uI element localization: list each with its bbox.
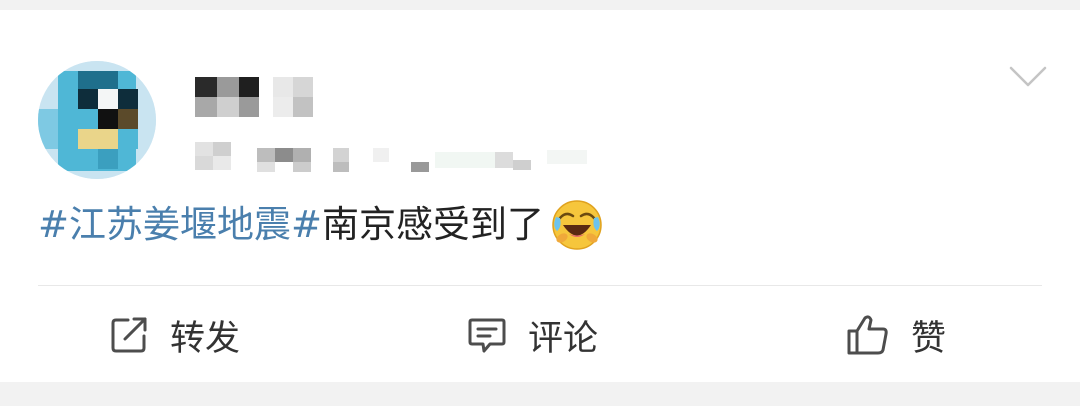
hashtag-link[interactable]: #江苏姜堰地震#	[38, 200, 322, 250]
like-button[interactable]: 赞	[845, 305, 946, 365]
comment-label: 评论	[528, 318, 599, 359]
weibo-post-card: #江苏姜堰地震# 南京感受到了 转发 评论 赞	[0, 10, 1080, 382]
post-body-text: 南京感受到了	[322, 203, 545, 246]
username-redacted[interactable]	[195, 77, 325, 117]
chevron-down-icon[interactable]	[1008, 64, 1048, 90]
action-divider	[38, 285, 1042, 286]
share-box-icon	[111, 317, 147, 353]
comment-button[interactable]: 评论	[466, 305, 598, 365]
like-label: 赞	[911, 318, 947, 359]
post-meta-redacted	[195, 138, 615, 174]
repost-button[interactable]: 转发	[108, 305, 240, 365]
comment-bubble-icon	[468, 318, 506, 353]
thumbs-up-icon	[847, 315, 888, 355]
post-content: #江苏姜堰地震# 南京感受到了	[38, 200, 604, 250]
repost-label: 转发	[170, 318, 241, 359]
laughing-crying-emoji-icon	[552, 200, 602, 250]
user-avatar[interactable]	[38, 61, 156, 179]
